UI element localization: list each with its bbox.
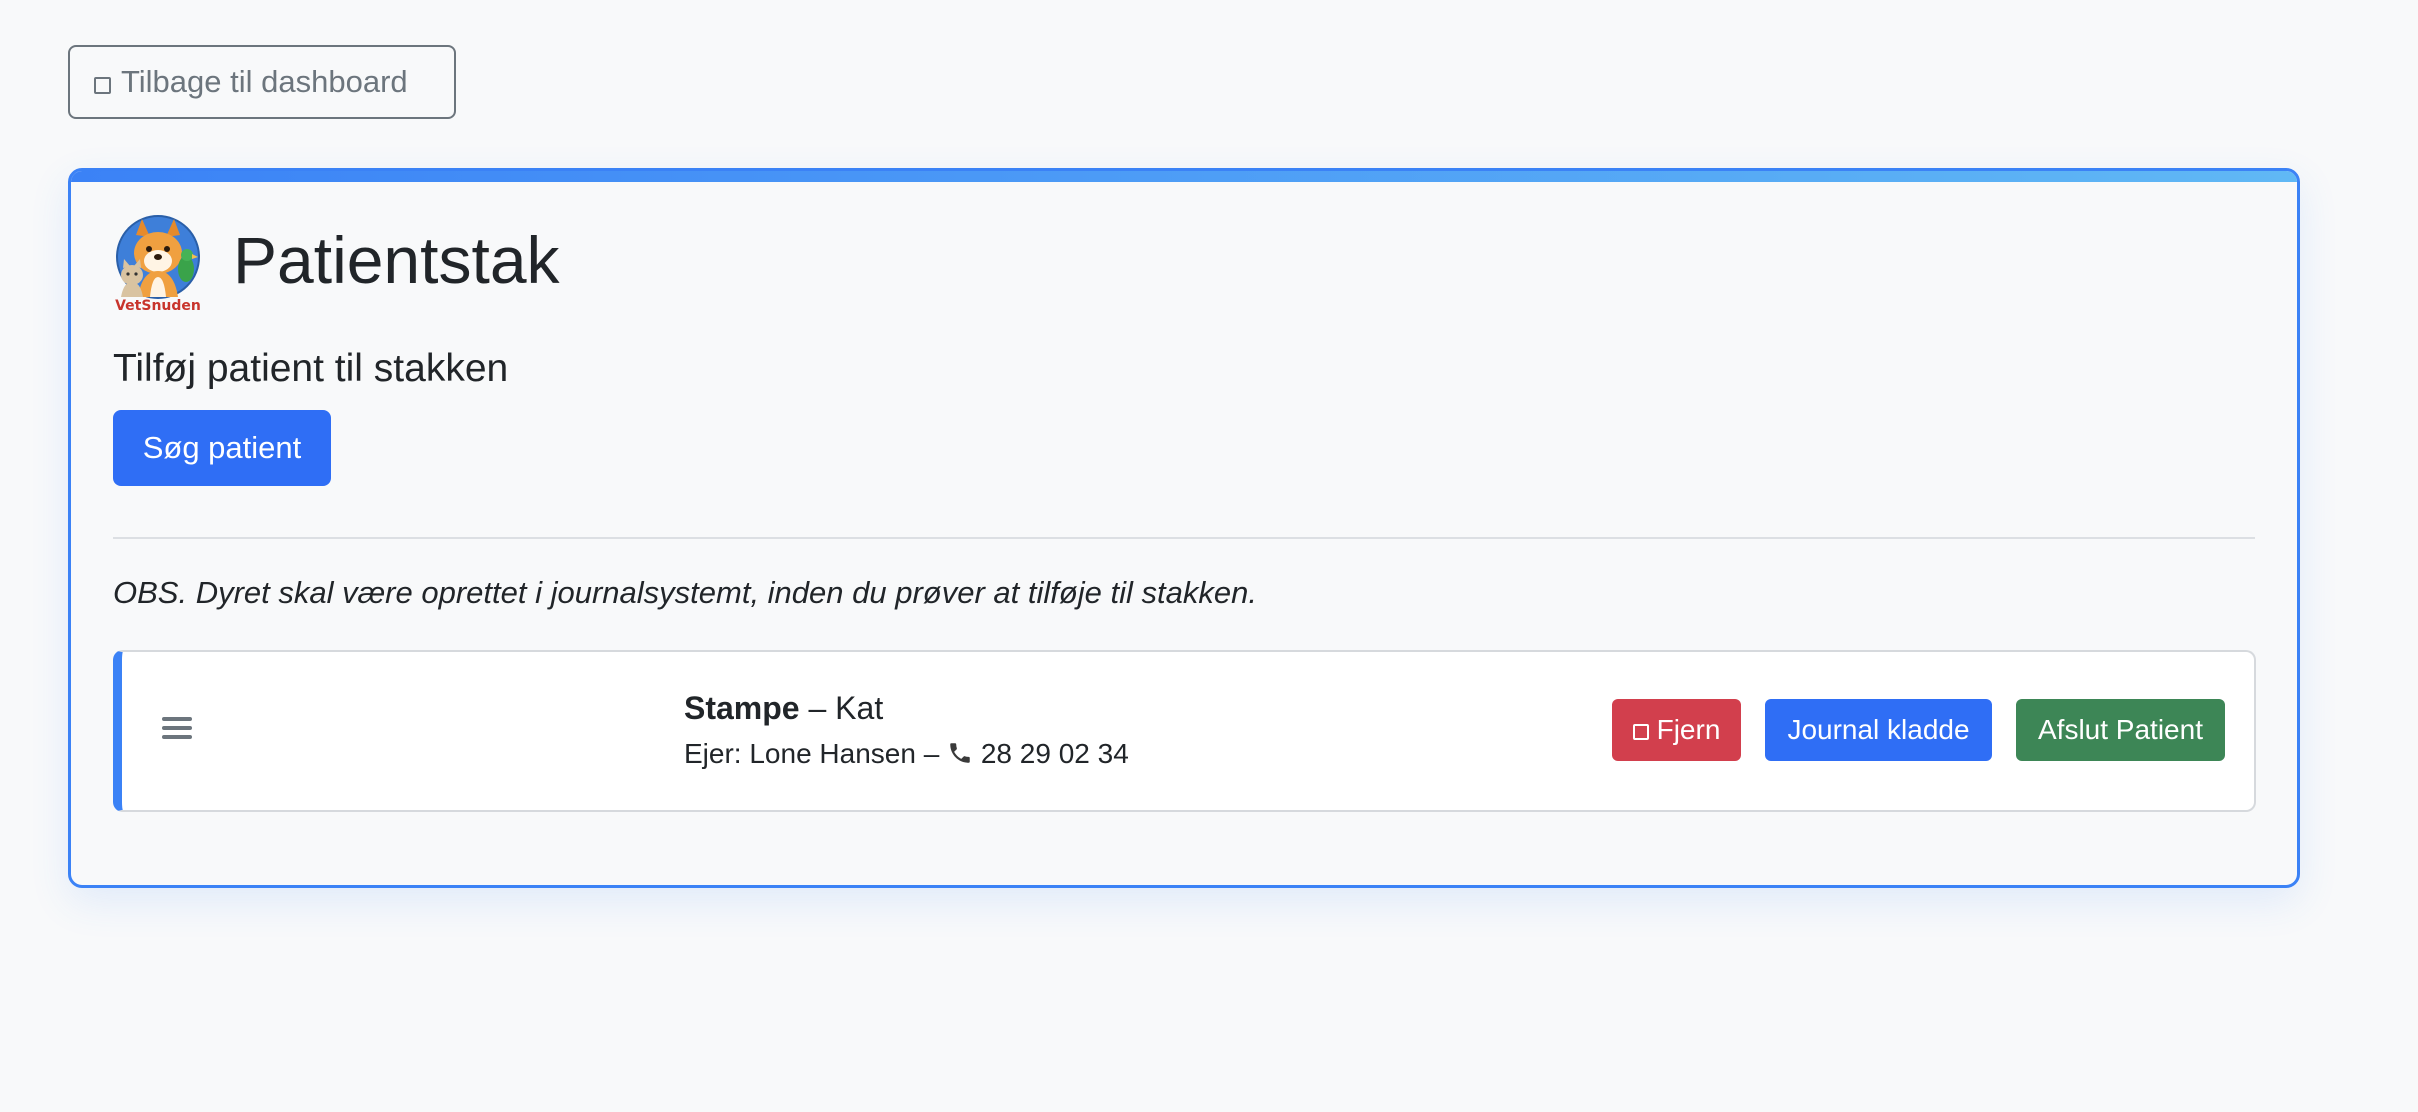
vetsnuden-logo: VetSnuden <box>115 215 201 313</box>
patient-name-line: Stampe – Kat <box>684 688 1129 728</box>
back-to-dashboard-button[interactable]: Tilbage til dashboard <box>68 45 456 119</box>
remove-label: Fjern <box>1656 714 1721 745</box>
patient-phone: 28 29 02 34 <box>980 738 1129 769</box>
back-button-label: Tilbage til dashboard <box>121 64 408 99</box>
card-accent-bar <box>71 171 2297 182</box>
patient-stack-item[interactable]: Stampe – Kat Ejer: Lone Hansen – 28 29 0… <box>113 650 2256 812</box>
square-icon <box>94 76 111 94</box>
patient-species: – Kat <box>799 690 884 726</box>
search-patient-button[interactable]: Søg patient <box>113 410 331 486</box>
page-title: Patientstak <box>233 223 560 297</box>
patient-stack-card: VetSnuden Patientstak Tilføj patient til… <box>68 168 2300 888</box>
patient-name: Stampe <box>684 690 800 726</box>
patient-owner-line: Ejer: Lone Hansen – 28 29 02 34 <box>684 736 1129 772</box>
journal-draft-button[interactable]: Journal kladde <box>1765 699 1992 761</box>
finish-patient-button[interactable]: Afslut Patient <box>2016 699 2225 761</box>
add-patient-heading: Tilføj patient til stakken <box>113 347 509 390</box>
notice-text: OBS. Dyret skal være oprettet i journals… <box>113 575 1257 610</box>
patient-info: Stampe – Kat Ejer: Lone Hansen – 28 29 0… <box>684 688 1129 772</box>
remove-patient-button[interactable]: Fjern <box>1612 699 1741 761</box>
drag-handle-icon[interactable] <box>162 714 192 744</box>
logo-text: VetSnuden <box>115 298 201 313</box>
patient-owner: Ejer: Lone Hansen – <box>684 738 948 769</box>
phone-icon <box>950 743 970 763</box>
square-icon <box>1632 724 1649 740</box>
divider <box>113 537 2255 539</box>
